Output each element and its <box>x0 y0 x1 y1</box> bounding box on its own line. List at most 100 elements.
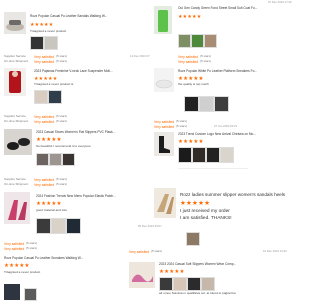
rating-label: Very satisfied <box>154 120 174 124</box>
rating-label: Very satisfied <box>34 120 54 124</box>
review-photo[interactable] <box>4 129 32 155</box>
review-photo[interactable] <box>4 68 26 96</box>
rating-stars: ★★★★★ <box>36 201 62 208</box>
rating-label: Very satisfied <box>4 247 24 251</box>
review-card-6: Very satisfied (5 stars) Very satisfied … <box>150 118 300 188</box>
rating-stars: ★★★★★ <box>34 76 57 82</box>
rating-label: Very satisfied <box>34 55 54 59</box>
rating-label: Very satisfied <box>178 60 198 64</box>
rating-count: (5 stars) <box>176 125 187 129</box>
rating-stars: ★★★★★ <box>178 14 201 20</box>
review-text: good material and size <box>36 209 126 213</box>
review-card-2: 07 Dec 2023 17:32 Oui Gen Candy Green Fo… <box>150 0 300 52</box>
review-thumbnail[interactable] <box>36 218 51 234</box>
rating-count: (5 stars) <box>151 250 162 254</box>
review-text: alt mnoo Soicinia m qualitätva sol, al t… <box>159 292 294 296</box>
review-card-3: Supplier Service On-time Shipment Very s… <box>0 52 150 110</box>
review-text: the quality is top notch <box>178 83 258 87</box>
review-card-7: Supplier Service On-time Shipment Very s… <box>0 176 150 244</box>
review-card-4: Very satisfied (5 stars) Very satisfied … <box>150 52 300 114</box>
review-photo[interactable] <box>4 192 30 224</box>
product-title[interactable]: 2023 Trend Custom Logo New Arrival Chels… <box>178 132 278 136</box>
review-thumbnail[interactable] <box>36 153 49 166</box>
rating-count: (5 stars) <box>56 60 67 64</box>
review-thumbnail[interactable] <box>66 218 81 234</box>
review-thumbnail[interactable] <box>206 147 220 163</box>
rating-count: (5 stars) <box>56 120 67 124</box>
review-thumbnail[interactable] <box>159 277 173 291</box>
product-title[interactable]: Rozz ladies summer slipper women's sanda… <box>180 192 300 198</box>
review-thumbnail[interactable] <box>24 288 37 301</box>
rating-count: (5 stars) <box>26 247 37 251</box>
review-photo[interactable] <box>129 262 155 288</box>
product-title[interactable]: 2023 2024 Casual Soft Slippers Women Wea… <box>159 262 269 266</box>
review-thumbnail[interactable] <box>62 153 75 166</box>
review-thumbnail[interactable] <box>51 218 66 234</box>
review-thumbnail[interactable] <box>220 147 234 163</box>
review-photo[interactable] <box>4 284 20 300</box>
review-card-8: Rozz ladies summer slipper women's sanda… <box>150 188 300 248</box>
review-thumbnail[interactable] <box>192 147 206 163</box>
rating-label: Very satisfied <box>178 55 198 59</box>
rating-count: (5 stars) <box>200 60 211 64</box>
review-thumbnail[interactable] <box>173 277 187 291</box>
rating-label: Very satisfied <box>154 125 174 129</box>
review-photo[interactable] <box>154 188 176 218</box>
review-date: 07 Dec 2023 17:32 <box>268 1 292 4</box>
review-thumbnail[interactable] <box>34 90 48 104</box>
on-time-shipment-label: On-time Shipment <box>4 120 28 124</box>
product-title[interactable]: Rozz Popular Casual Pu Leather Sandals W… <box>30 14 125 18</box>
rating-label: Very satisfied <box>34 183 54 187</box>
review-text: Tröagnied a never product <box>30 30 120 34</box>
review-thumbnail[interactable] <box>48 90 62 104</box>
review-text: I am satisfied. THANKS! <box>180 216 232 222</box>
product-title[interactable]: 2023 Casual Shoes Women's Flat Slippers … <box>36 130 126 134</box>
review-photo[interactable] <box>154 132 174 156</box>
rating-stars: ★★★★★ <box>4 263 30 270</box>
review-photo[interactable] <box>154 68 174 92</box>
review-text: I just received my order <box>180 209 230 215</box>
review-text: Tröagnied a never product <box>4 271 94 275</box>
review-thumbnail[interactable] <box>186 232 200 246</box>
review-photo[interactable] <box>154 6 172 34</box>
review-date: 27 Jan 2024 00:21 <box>214 125 237 128</box>
rating-label: Very satisfied <box>129 250 149 254</box>
review-date: 19 Dec 2023 13:33 <box>263 250 287 253</box>
on-time-shipment-label: On-time Shipment <box>4 183 28 187</box>
on-time-shipment-label: On-time Shipment <box>4 60 28 64</box>
rating-label: Very satisfied <box>4 242 24 246</box>
review-thumbnail[interactable] <box>199 96 214 112</box>
review-thumbnail[interactable] <box>214 96 229 112</box>
product-title[interactable]: Rozz Popular Casual Pu Leather Sneakers … <box>4 256 124 260</box>
review-card-10: Very satisfied (5 stars) 19 Dec 2023 13:… <box>125 248 300 300</box>
review-thumbnail[interactable] <box>178 34 191 48</box>
review-thumbnail[interactable] <box>178 147 192 163</box>
rating-stars: ★★★★★ <box>30 22 53 28</box>
review-thumbnail[interactable] <box>30 36 44 50</box>
review-thumbnail[interactable] <box>204 34 217 48</box>
rating-count: (5 stars) <box>56 183 67 187</box>
rating-stars: ★★★★★ <box>178 76 204 83</box>
review-thumbnail[interactable] <box>184 96 199 112</box>
rating-stars: ★★★★★ <box>178 139 204 146</box>
rating-stars: ★★★★★ <box>159 269 185 276</box>
review-photo[interactable] <box>4 12 26 34</box>
product-title[interactable]: Oui Gen Candy Green Fond Street Small Su… <box>178 6 273 10</box>
review-text: So beautiful I recommend it to everyone <box>36 145 126 149</box>
rating-stars: ★★★★★ <box>180 200 210 208</box>
review-thumbnail[interactable] <box>191 34 204 48</box>
product-title[interactable]: Rozz Popular White Pu Leather Platform S… <box>178 69 278 73</box>
rating-stars: ★★★★★ <box>36 137 62 144</box>
product-title[interactable]: 2023 Pajamas Feminine V-neck Lace Suspen… <box>34 69 129 73</box>
product-title[interactable]: 2024 Fashion Trends New Mens Popular Ela… <box>36 194 136 198</box>
review-text: Tröagnied a never product is <box>34 83 104 87</box>
rating-label: Very satisfied <box>34 60 54 64</box>
review-thumbnail[interactable] <box>44 36 58 50</box>
review-card-5: Supplier Service On-time Shipment Very s… <box>0 113 150 175</box>
rating-label: Very satisfied <box>34 178 54 182</box>
review-date: 06 Dec 2023 20:07 <box>138 225 162 228</box>
review-thumbnail[interactable] <box>187 277 201 291</box>
rating-label: Very satisfied <box>34 115 54 119</box>
review-thumbnail[interactable] <box>49 153 62 166</box>
review-thumbnail[interactable] <box>201 277 215 291</box>
